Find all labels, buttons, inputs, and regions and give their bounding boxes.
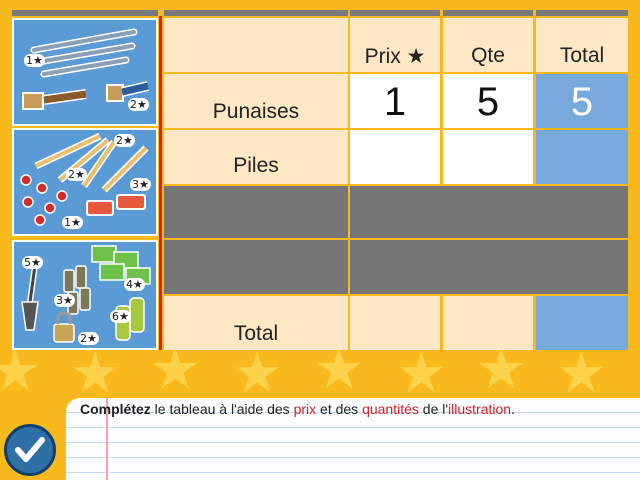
instruction-highlight: quantités [362,401,419,417]
validate-button[interactable] [4,424,56,476]
qte-input-cell[interactable]: 5 [443,74,533,128]
header-bar [350,10,440,16]
header-total: Total [559,44,605,67]
prix-input-cell[interactable] [350,130,440,184]
qte-value: 5 [476,80,500,124]
crayons-icon [30,28,138,78]
total-value: 5 [570,80,594,124]
disabled-cell [164,186,348,238]
check-icon [15,437,45,462]
instruction-text: Complétez le tableau à l'aide des prix e… [80,401,515,417]
star-icon: ★ [0,350,41,400]
star-icon: ★ [476,350,527,400]
instruction-part: le tableau à l'aide des [150,401,294,417]
star-icon: ★ [150,350,201,400]
star-icon: ★ [70,350,121,400]
gommes-icon [86,194,146,216]
row-label-cell: Piles [164,130,348,184]
total-qte-cell [443,296,533,350]
total-cell: 5 [536,74,628,128]
header-bar [12,10,158,16]
total-cell [536,130,628,184]
star-icon: ★ [314,350,365,400]
illustration-panel-1: 1★ 2★ [12,18,158,126]
header-prix: Prix ★ [364,45,426,68]
price-tag: 5★ [22,256,43,269]
instruction-highlight: illustration [448,401,512,417]
prix-input-cell[interactable]: 1 [350,74,440,128]
punaises-icon [20,174,68,226]
disabled-cell [350,186,628,238]
header-total-cell: Total [536,18,628,72]
header-bar [536,10,628,16]
row-label: Total [233,322,279,345]
star-icon: ★ [396,350,447,400]
cadenas-icon [53,311,75,343]
qte-input-cell[interactable] [443,130,533,184]
header-prix-cell: Prix ★ [350,18,440,72]
illustration-panel-3: 5★ 4★ 3★ 2★ 6★ [12,240,158,350]
price-tag: 4★ [124,278,145,291]
red-divider [159,16,162,350]
price-tag: 6★ [110,310,131,323]
star-icon: ★ [232,350,283,400]
row-label: Punaises [212,100,300,123]
price-tag: 2★ [114,134,135,147]
disabled-cell [164,240,348,294]
illustration-panel-2: 2★ 2★ 3★ 1★ [12,128,158,236]
instruction-bold: Complétez [80,401,151,417]
star-icon: ★ [556,350,607,400]
instruction-part: . [511,401,515,417]
price-tag: 1★ [24,54,45,67]
instruction-part: et des [316,401,363,417]
row-label-cell: Total [164,296,348,350]
header-qte: Qte [471,44,505,67]
header-qte-cell: Qte [443,18,533,72]
row-label: Piles [233,154,279,177]
price-tag: 2★ [78,332,99,345]
grand-total-cell [536,296,628,350]
price-tag: 2★ [128,98,149,111]
price-tag: 3★ [130,178,151,191]
prix-value: 1 [383,80,407,124]
price-tag: 2★ [66,168,87,181]
header-bar [443,10,533,16]
header-bar [164,10,348,16]
price-tag: 1★ [62,216,83,229]
disabled-cell [350,240,628,294]
row-label-cell: Punaises [164,74,348,128]
instruction-highlight: prix [293,401,317,417]
instruction-part: de l' [418,401,449,417]
total-prix-cell [350,296,440,350]
header-empty-cell [164,18,348,72]
price-tag: 3★ [54,294,75,307]
star-background: ★ ★ ★ ★ ★ ★ ★ ★ [0,350,640,400]
